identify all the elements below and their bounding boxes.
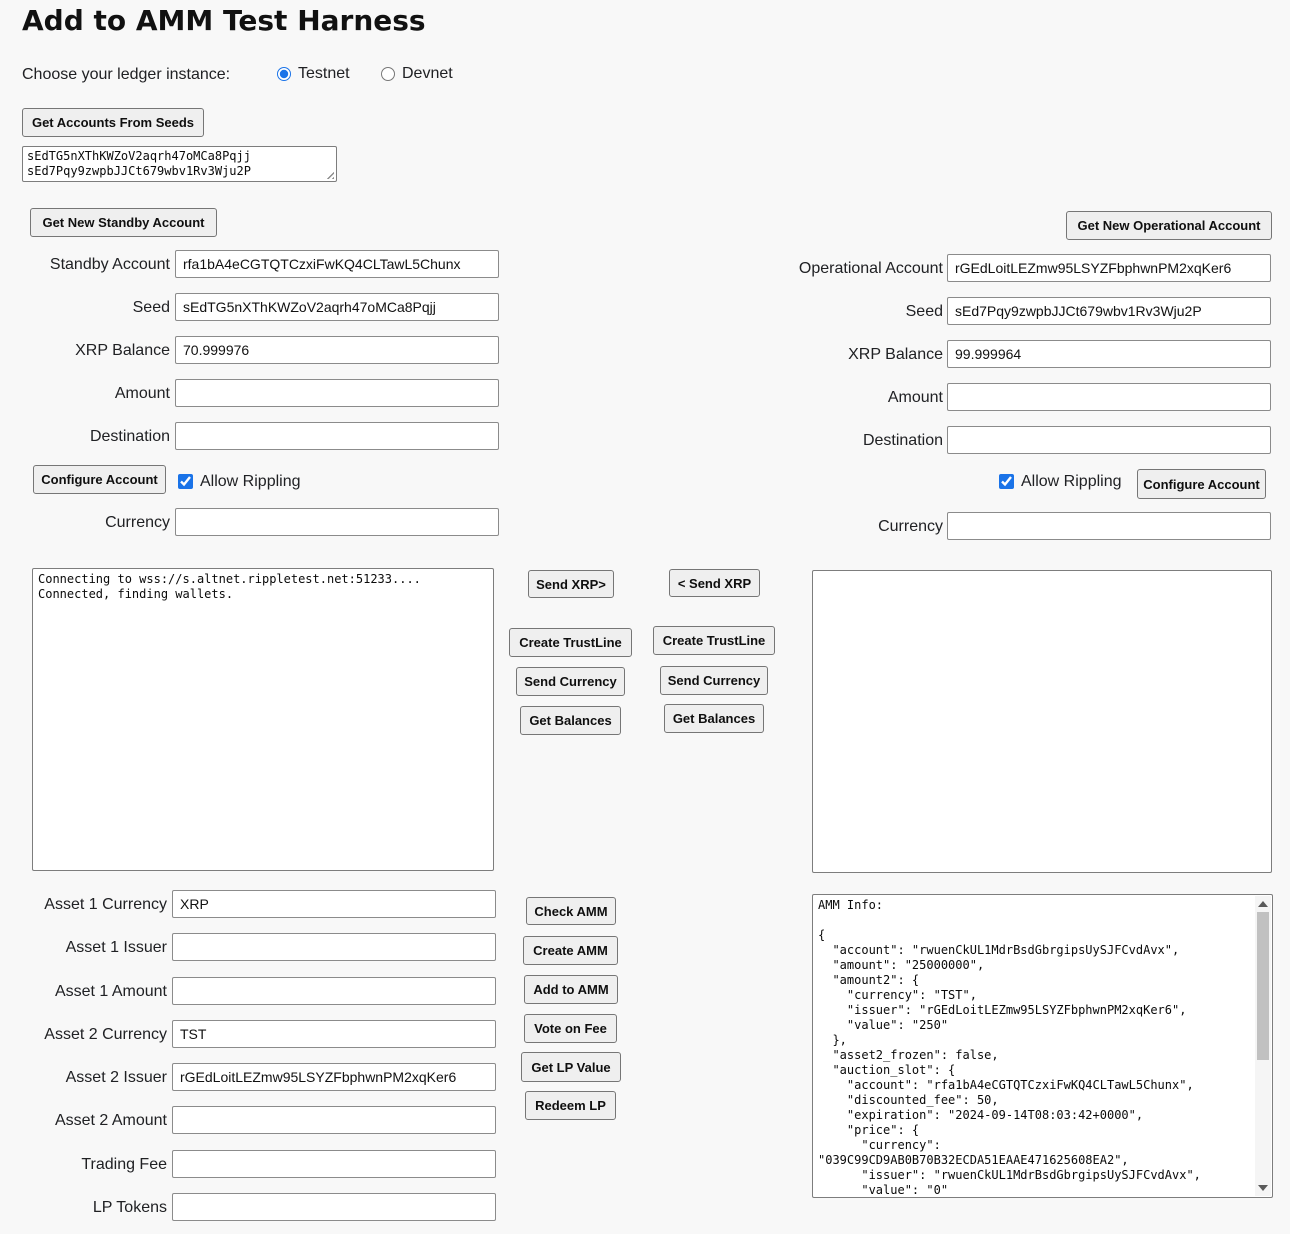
lp-tokens-input[interactable] [172,1193,496,1221]
trading-fee-label: Trading Fee [0,1155,167,1174]
standby-account-input[interactable] [175,250,499,278]
ledger-instance-label: Choose your ledger instance: [22,65,230,84]
devnet-label[interactable]: Devnet [402,64,453,83]
operational-xrp-balance-input[interactable] [947,340,1271,368]
operational-destination-label: Destination [600,431,943,450]
asset1-issuer-label: Asset 1 Issuer [0,938,167,957]
operational-account-label: Operational Account [600,259,943,278]
operational-xrp-balance-label: XRP Balance [600,345,943,364]
asset2-currency-input[interactable] [172,1020,496,1048]
asset2-amount-label: Asset 2 Amount [0,1111,167,1130]
send-xrp-to-standby-button[interactable]: < Send XRP [669,569,760,597]
operational-currency-input[interactable] [947,512,1271,540]
scrollbar-up-icon[interactable] [1258,901,1268,907]
standby-get-balances-button[interactable]: Get Balances [520,706,621,735]
standby-account-label: Standby Account [0,255,170,274]
operational-create-trustline-button[interactable]: Create TrustLine [653,626,775,655]
asset1-currency-input[interactable] [172,890,496,918]
get-new-operational-account-button[interactable]: Get New Operational Account [1066,211,1272,240]
operational-amount-input[interactable] [947,383,1271,411]
asset1-issuer-input[interactable] [172,933,496,961]
operational-send-currency-button[interactable]: Send Currency [660,666,768,695]
get-new-standby-account-button[interactable]: Get New Standby Account [30,208,217,237]
amm-test-harness-page: Add to AMM Test Harness Choose your ledg… [0,0,1290,1234]
amm-info-textarea[interactable]: AMM Info: { "account": "rwuenCkUL1MdrBsd… [812,894,1273,1198]
asset1-currency-label: Asset 1 Currency [0,895,167,914]
operational-configure-account-button[interactable]: Configure Account [1137,469,1266,499]
standby-xrp-balance-input[interactable] [175,336,499,364]
standby-destination-label: Destination [0,427,170,446]
check-amm-button[interactable]: Check AMM [526,897,616,925]
trading-fee-input[interactable] [172,1150,496,1178]
asset2-currency-label: Asset 2 Currency [0,1025,167,1044]
standby-allow-rippling-label[interactable]: Allow Rippling [200,472,301,491]
testnet-label[interactable]: Testnet [298,64,350,83]
lp-tokens-label: LP Tokens [0,1198,167,1217]
standby-currency-input[interactable] [175,508,499,536]
redeem-lp-button[interactable]: Redeem LP [525,1091,616,1120]
operational-allow-rippling-checkbox[interactable] [999,474,1014,489]
scrollbar-down-icon[interactable] [1258,1185,1268,1191]
get-accounts-from-seeds-button[interactable]: Get Accounts From Seeds [22,108,204,137]
standby-seed-label: Seed [0,298,170,317]
standby-send-currency-button[interactable]: Send Currency [516,667,625,696]
vote-on-fee-button[interactable]: Vote on Fee [524,1014,617,1043]
testnet-radio[interactable] [277,67,291,81]
standby-destination-input[interactable] [175,422,499,450]
asset2-issuer-input[interactable] [172,1063,496,1091]
asset1-amount-input[interactable] [172,977,496,1005]
asset1-amount-label: Asset 1 Amount [0,982,167,1001]
standby-configure-account-button[interactable]: Configure Account [33,465,166,494]
add-to-amm-button[interactable]: Add to AMM [524,975,618,1004]
standby-xrp-balance-label: XRP Balance [0,341,170,360]
operational-allow-rippling-label[interactable]: Allow Rippling [1021,472,1122,491]
create-amm-button[interactable]: Create AMM [523,936,618,965]
operational-get-balances-button[interactable]: Get Balances [664,704,764,733]
standby-create-trustline-button[interactable]: Create TrustLine [509,628,632,657]
operational-seed-label: Seed [600,302,943,321]
send-xrp-to-operational-button[interactable]: Send XRP> [528,570,614,598]
asset2-amount-input[interactable] [172,1106,496,1134]
standby-amount-input[interactable] [175,379,499,407]
page-title: Add to AMM Test Harness [22,4,426,37]
standby-currency-label: Currency [0,513,170,532]
scrollbar-thumb[interactable] [1257,912,1269,1060]
operational-seed-input[interactable] [947,297,1271,325]
devnet-radio[interactable] [381,67,395,81]
get-lp-value-button[interactable]: Get LP Value [521,1052,621,1082]
standby-results-textarea[interactable]: Connecting to wss://s.altnet.rippletest.… [32,568,494,871]
scrollbar[interactable] [1255,896,1271,1196]
standby-amount-label: Amount [0,384,170,403]
operational-amount-label: Amount [600,388,943,407]
operational-results-textarea[interactable] [812,570,1272,873]
operational-account-input[interactable] [947,254,1271,282]
standby-seed-input[interactable] [175,293,499,321]
operational-destination-input[interactable] [947,426,1271,454]
seeds-textarea[interactable]: sEdTG5nXThKWZoV2aqrh47oMCa8Pqjj sEd7Pqy9… [22,146,337,182]
standby-allow-rippling-checkbox[interactable] [178,474,193,489]
resize-grip-icon[interactable] [324,169,334,179]
operational-currency-label: Currency [600,517,943,536]
asset2-issuer-label: Asset 2 Issuer [0,1068,167,1087]
